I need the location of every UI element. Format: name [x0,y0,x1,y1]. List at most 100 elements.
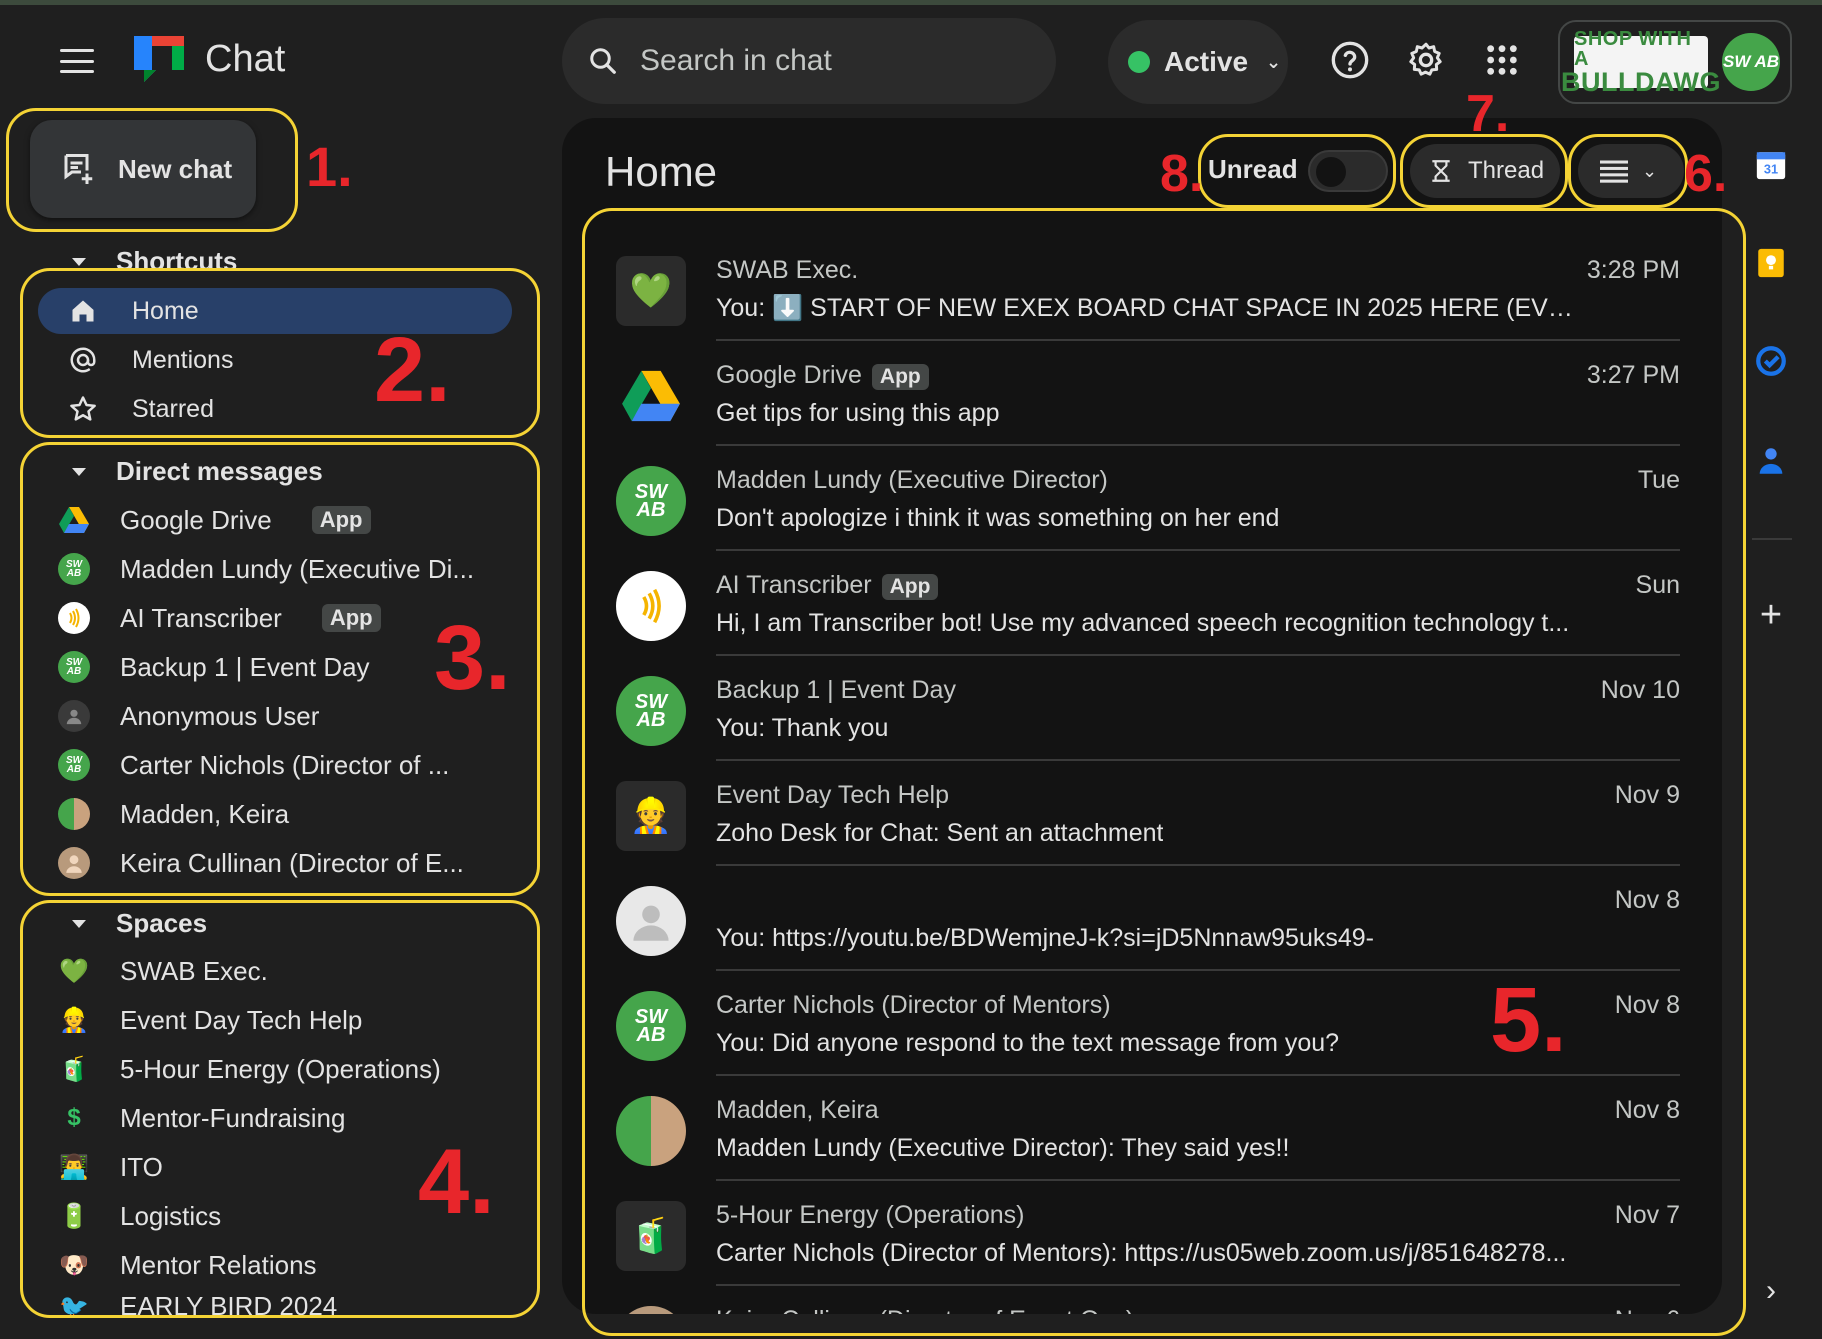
app-tag: App [871,364,929,390]
swab-avatar: SW AB [616,991,686,1061]
conversation-name: Google Drive App [716,361,929,390]
toggle-knob [1316,157,1346,187]
view-options-button[interactable]: ⌄ [1578,144,1684,198]
space-item-mentor-relations[interactable]: 🐶 Mentor Relations [58,1242,518,1288]
hamburger-icon [60,49,94,52]
add-app-button[interactable]: + [1752,593,1790,636]
google-apps-button[interactable] [1480,38,1524,82]
conversation-name: Madden Lundy (Executive Director) [716,466,1108,494]
dm-item-google-drive[interactable]: Google Drive App [58,497,518,543]
contacts-icon [1759,448,1783,474]
window-top-edge [0,0,1822,5]
search-icon [590,48,616,74]
dollar-icon: $ [67,1104,81,1131]
conversation-row[interactable]: Google Drive App 3:27 PM Get tips for using… [616,341,1680,446]
dm-item-madden-lundy[interactable]: SW AB Madden Lundy (Executive Di... [58,546,518,592]
unread-toggle[interactable] [1308,150,1388,192]
conversation-row[interactable]: 🧃 5-Hour Energy (Operations) Nov 7 Carter N… [616,1181,1680,1286]
conversation-row[interactable]: 👷 Event Day Tech Help Nov 9 Zoho Desk for C… [616,761,1680,866]
space-item-early-bird[interactable]: 🐦 EARLY BIRD 2024 [58,1291,518,1315]
conversation-snippet: You: https://youtu.be/BDWemjneJ-k?si=jD5… [716,924,1374,952]
keep-app-button[interactable] [1752,244,1790,282]
plus-icon: + [1759,593,1783,636]
organization-badge: SHOP WITH A BULLDAWG [1561,27,1721,97]
conversation-row[interactable]: Madden, Keira Nov 8 Madden Lundy (Executiv… [616,1076,1680,1181]
person-avatar [616,1306,686,1314]
conversation-snippet: Don't apologize i think it was something… [716,504,1280,532]
page-title: Home [605,148,718,195]
conversation-time: Nov 10 [1600,676,1680,704]
conversation-snippet: Get tips for using this app [716,399,1000,427]
main-menu-button[interactable] [58,45,96,77]
conversation-time: Nov 6 [1615,1306,1680,1314]
conversation-name: Backup 1 | Event Day [716,676,956,704]
space-item-event-day-tech-help[interactable]: 👷 Event Day Tech Help [58,997,518,1043]
dm-item-keira-cullinan[interactable]: Keira Cullinan (Director of E... [58,840,518,886]
chevron-down-icon: ⌄ [1266,51,1282,72]
account-switcher[interactable]: SHOP WITH A BULLDAWG SW AB [1558,20,1792,104]
calendar-app-button[interactable]: 31 [1752,146,1790,184]
tasks-app-button[interactable] [1752,342,1790,380]
list-view-icon [1600,160,1628,183]
dog-icon: 🐶 [59,1251,89,1279]
conversation-row[interactable]: Keira Cullinan (Director of Event Ops) No… [616,1286,1680,1314]
conversation-time: 3:28 PM [1586,256,1680,284]
account-avatar: SW AB [1722,33,1780,91]
person-avatar [58,847,90,879]
conversation-time: Nov 8 [1614,886,1680,914]
swab-avatar: SW AB [616,676,686,746]
settings-button[interactable] [1404,38,1448,82]
technologist-icon: 👨‍💻 [59,1153,89,1181]
group-avatar [616,1096,686,1166]
conversation-row[interactable]: SW AB Backup 1 | Event Day Nov 10 You: Thank… [616,656,1680,761]
conversation-row[interactable]: Nov 8 You: https://youtu.be/BDWemjneJ-k?s… [616,866,1680,971]
green-heart-icon: 💚 [59,957,89,985]
space-item-5-hour-energy[interactable]: 🧃 5-Hour Energy (Operations) [58,1046,518,1092]
dm-item-carter-nichols[interactable]: SW AB Carter Nichols (Director of ... [58,742,518,788]
google-chat-logo [134,36,184,82]
help-icon [1331,41,1369,79]
conversation-name: Event Day Tech Help [716,781,949,809]
space-item-swab-exec[interactable]: 💚 SWAB Exec. [58,948,518,994]
annotation-number-6: 6. [1684,145,1728,203]
expand-rail-button[interactable]: › [1752,1272,1790,1310]
ai-transcriber-icon [58,602,90,634]
dm-item-madden-keira[interactable]: Madden, Keira [58,791,518,837]
conversation-row[interactable]: 💚 SWAB Exec. 3:28 PM You: ⬇️ START OF NEW E… [616,236,1680,341]
active-status-dot [1128,51,1150,73]
contacts-app-button[interactable] [1752,442,1790,480]
google-drive-icon [58,504,90,536]
conversation-name: AI Transcriber App [716,571,939,600]
search-input[interactable] [640,44,1020,78]
construction-worker-icon: 👷 [59,1006,89,1034]
thread-button[interactable]: Thread [1410,144,1560,198]
annotation-number-8: 8. [1160,145,1204,203]
conversation-snippet: You: ⬇️ START OF NEW EXEX BOARD CHAT SPA… [716,294,1586,322]
space-emoji-icon: 👷 [616,781,686,851]
unread-label: Unread [1208,154,1298,184]
keep-icon [1758,248,1784,278]
shortcuts-header[interactable]: Shortcuts [72,246,237,277]
conversation-time: 3:27 PM [1586,361,1680,389]
help-button[interactable] [1328,38,1372,82]
star-icon [68,394,98,424]
annotation-number-4: 4. [418,1131,495,1233]
search-bar[interactable] [562,18,1056,104]
new-chat-button[interactable]: New chat [30,120,256,218]
bird-icon: 🐦 [59,1293,89,1316]
status-dropdown[interactable]: Active ⌄ [1108,20,1288,104]
group-avatar [58,798,90,830]
calendar-icon: 31 [1756,152,1786,180]
conversation-row[interactable]: SW AB Madden Lundy (Executive Director) Tue… [616,446,1680,551]
conversation-snippet: Madden Lundy (Executive Director): They … [716,1134,1290,1162]
direct-messages-header[interactable]: Direct messages [72,456,323,487]
chevron-down-icon: ⌄ [1642,160,1658,181]
tasks-icon [1756,346,1786,376]
conversation-time: Sun [1635,571,1680,599]
conversation-time: Tue [1637,466,1680,494]
conversation-row[interactable]: AI Transcriber App Sun Hi, I am Transcriber… [616,551,1680,656]
rail-divider [1752,538,1792,540]
swab-avatar: SW AB [58,651,90,683]
spaces-header[interactable]: Spaces [72,908,207,939]
status-label: Active [1164,46,1249,77]
